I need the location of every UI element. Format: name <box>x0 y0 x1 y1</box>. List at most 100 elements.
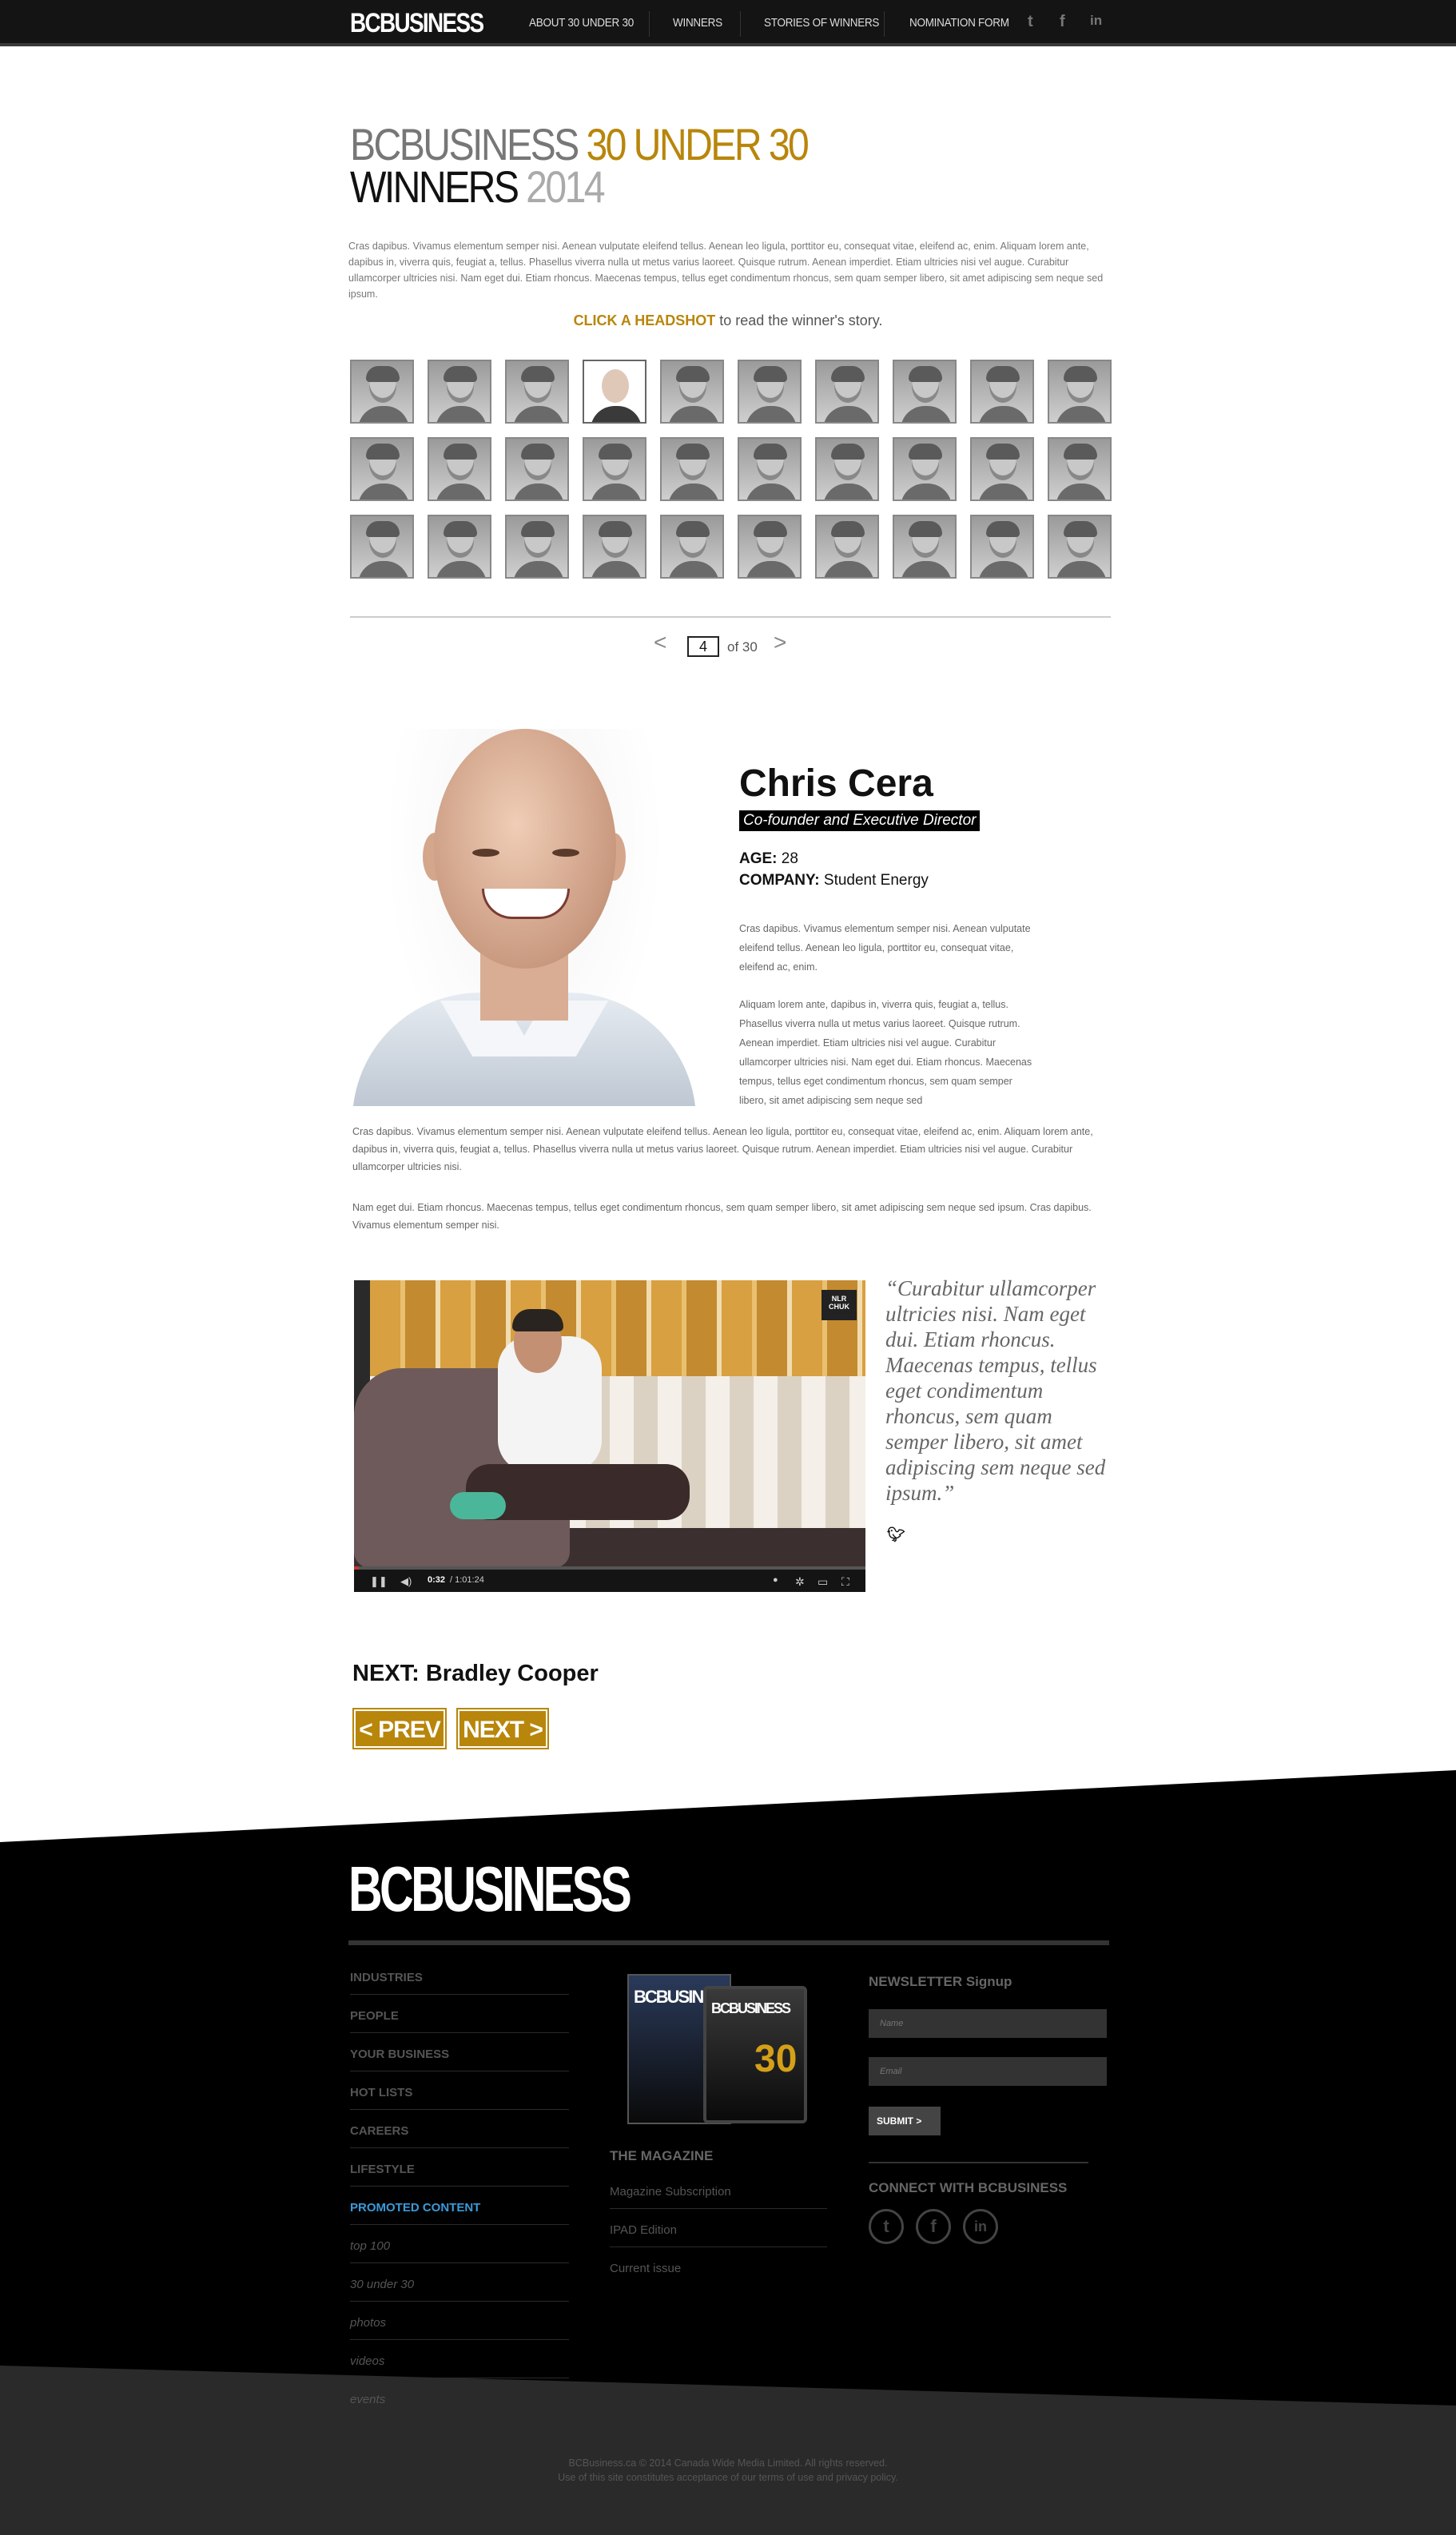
winner-bio-4: Nam eget dui. Etiam rhoncus. Maecenas te… <box>352 1202 1092 1231</box>
headshot-thumbnail[interactable] <box>738 437 802 501</box>
portrait-eye <box>552 849 579 857</box>
headshot-thumbnail[interactable] <box>505 515 569 579</box>
footer-link-promoted-content[interactable]: PROMOTED CONTENT <box>350 2201 569 2225</box>
headshot-thumbnail[interactable] <box>428 360 491 424</box>
video-sign: NLR CHUK <box>821 1290 857 1320</box>
nav-link-winners[interactable]: WINNERS <box>673 16 722 30</box>
footer-logo[interactable]: BCBUSINESS <box>348 1853 632 1926</box>
footer-link-events[interactable]: events <box>350 2393 569 2416</box>
headshot-thumbnail[interactable] <box>505 437 569 501</box>
winner-bio-2: Aliquam lorem ante, dapibus in, viverra … <box>739 999 1032 1106</box>
linkedin-icon[interactable]: in <box>963 2209 998 2244</box>
headshot-thumbnail[interactable] <box>738 515 802 579</box>
headshot-thumbnail[interactable] <box>1048 360 1112 424</box>
gear-icon[interactable]: ✲ <box>795 1575 805 1589</box>
video-player[interactable]: NLR CHUK ❚❚ ◀) 0:32 / 1:01:24 ● ✲ ▭ ⛶ <box>354 1280 865 1592</box>
headshot-thumbnail[interactable] <box>970 515 1034 579</box>
magazine-subscription-link[interactable]: Magazine Subscription <box>610 2185 827 2209</box>
pager-total: of 30 <box>727 639 758 655</box>
headshot-thumbnail[interactable] <box>583 437 646 501</box>
headshot-thumbnail[interactable] <box>893 515 957 579</box>
ipad-edition-link[interactable]: IPAD Edition <box>610 2223 827 2247</box>
headshot-thumbnail[interactable] <box>893 437 957 501</box>
footer-link-careers[interactable]: CAREERS <box>350 2124 569 2148</box>
linkedin-icon[interactable]: in <box>1090 13 1102 29</box>
headshot-body <box>978 561 1029 577</box>
headshot-body <box>901 561 952 577</box>
headshot-thumbnail[interactable] <box>583 515 646 579</box>
footer-link-hot-lists[interactable]: HOT LISTS <box>350 2086 569 2110</box>
twitter-icon[interactable]: 🐦︎ <box>887 1526 905 1543</box>
theater-icon[interactable]: ▭ <box>818 1575 828 1589</box>
headshot-hair <box>444 521 477 537</box>
winner-portrait <box>352 729 696 1106</box>
footer-link-top-100[interactable]: top 100 <box>350 2239 569 2263</box>
footer-link-lifestyle[interactable]: LIFESTYLE <box>350 2163 569 2187</box>
headshot-thumbnail[interactable] <box>660 437 724 501</box>
headshot-thumbnail[interactable] <box>970 360 1034 424</box>
pause-icon[interactable]: ❚❚ <box>370 1575 388 1588</box>
headshot-body <box>668 561 719 577</box>
pager-prev-button[interactable]: < <box>654 630 666 655</box>
headshot-thumbnail[interactable] <box>350 515 414 579</box>
current-issue-link[interactable]: Current issue <box>610 2262 827 2285</box>
footer-link-photos[interactable]: photos <box>350 2316 569 2340</box>
volume-icon[interactable]: ◀) <box>400 1575 412 1588</box>
winner-age: AGE: 28 <box>739 850 798 868</box>
headshot-thumbnail[interactable] <box>893 360 957 424</box>
prev-button[interactable]: < PREV <box>352 1708 447 1749</box>
footer-link-industries[interactable]: INDUSTRIES <box>350 1971 569 1995</box>
fullscreen-icon[interactable]: ⛶ <box>841 1575 849 1589</box>
headshot-body <box>823 561 874 577</box>
headshot-thumbnail[interactable] <box>583 360 646 424</box>
headshot-thumbnail[interactable] <box>660 360 724 424</box>
pager-next-button[interactable]: > <box>774 630 786 655</box>
footer-link-30-under-30[interactable]: 30 under 30 <box>350 2278 569 2302</box>
headshot-thumbnail[interactable] <box>815 515 879 579</box>
twitter-icon[interactable]: t <box>869 2209 904 2244</box>
headshot-thumbnail[interactable] <box>350 360 414 424</box>
headshot-thumbnail[interactable] <box>350 437 414 501</box>
facebook-icon[interactable]: f <box>916 2209 951 2244</box>
nav-logo[interactable]: BCBUSINESS <box>350 8 484 39</box>
headshot-thumbnail[interactable] <box>815 437 879 501</box>
magazine-covers[interactable]: BCBUSINESS BCBUSINESS 30 <box>627 1974 807 2126</box>
pager-current-page[interactable]: 4 <box>687 636 719 657</box>
headshot-thumbnail[interactable] <box>505 360 569 424</box>
headshot-hair <box>599 521 632 537</box>
headshot-body <box>591 406 642 422</box>
footer-link-people[interactable]: PEOPLE <box>350 2009 569 2033</box>
portrait-head <box>434 729 616 969</box>
headshot-body <box>978 484 1029 499</box>
newsletter-email-input[interactable] <box>869 2057 1107 2086</box>
footer-link-your-business[interactable]: YOUR BUSINESS <box>350 2048 569 2071</box>
newsletter-submit-button[interactable]: SUBMIT > <box>869 2107 941 2135</box>
newsletter-name-input[interactable] <box>869 2009 1107 2038</box>
copyright-text: BCBusiness.ca © 2014 Canada Wide Media L… <box>568 2457 888 2469</box>
nav-link-about[interactable]: ABOUT 30 UNDER 30 <box>529 16 634 30</box>
facebook-icon[interactable]: f <box>1060 13 1065 31</box>
footer-link-videos[interactable]: videos <box>350 2354 569 2378</box>
headshot-body <box>1056 561 1107 577</box>
twitter-icon[interactable]: t <box>1028 13 1033 31</box>
nav-link-stories[interactable]: STORIES OF WINNERS <box>764 16 879 30</box>
headshot-body <box>746 484 797 499</box>
nav-link-nomination[interactable]: NOMINATION FORM <box>909 16 1009 30</box>
terms-text[interactable]: Use of this site constitutes acceptance … <box>0 2472 1456 2483</box>
captions-icon[interactable]: ● <box>773 1575 778 1585</box>
headshot-thumbnail[interactable] <box>428 437 491 501</box>
headshot-thumbnail[interactable] <box>815 360 879 424</box>
headshot-thumbnail[interactable] <box>1048 515 1112 579</box>
headshot-hair <box>831 366 865 382</box>
headshot-body <box>823 406 874 422</box>
headshot-thumbnail[interactable] <box>660 515 724 579</box>
headshot-body <box>591 484 642 499</box>
headshot-hair <box>831 521 865 537</box>
headshot-thumbnail[interactable] <box>428 515 491 579</box>
headshot-thumbnail[interactable] <box>970 437 1034 501</box>
headshot-thumbnail[interactable] <box>738 360 802 424</box>
cta-rest: to read the winner's story. <box>715 312 883 328</box>
headshot-hair <box>986 444 1020 460</box>
next-button[interactable]: NEXT > <box>456 1708 549 1749</box>
headshot-thumbnail[interactable] <box>1048 437 1112 501</box>
